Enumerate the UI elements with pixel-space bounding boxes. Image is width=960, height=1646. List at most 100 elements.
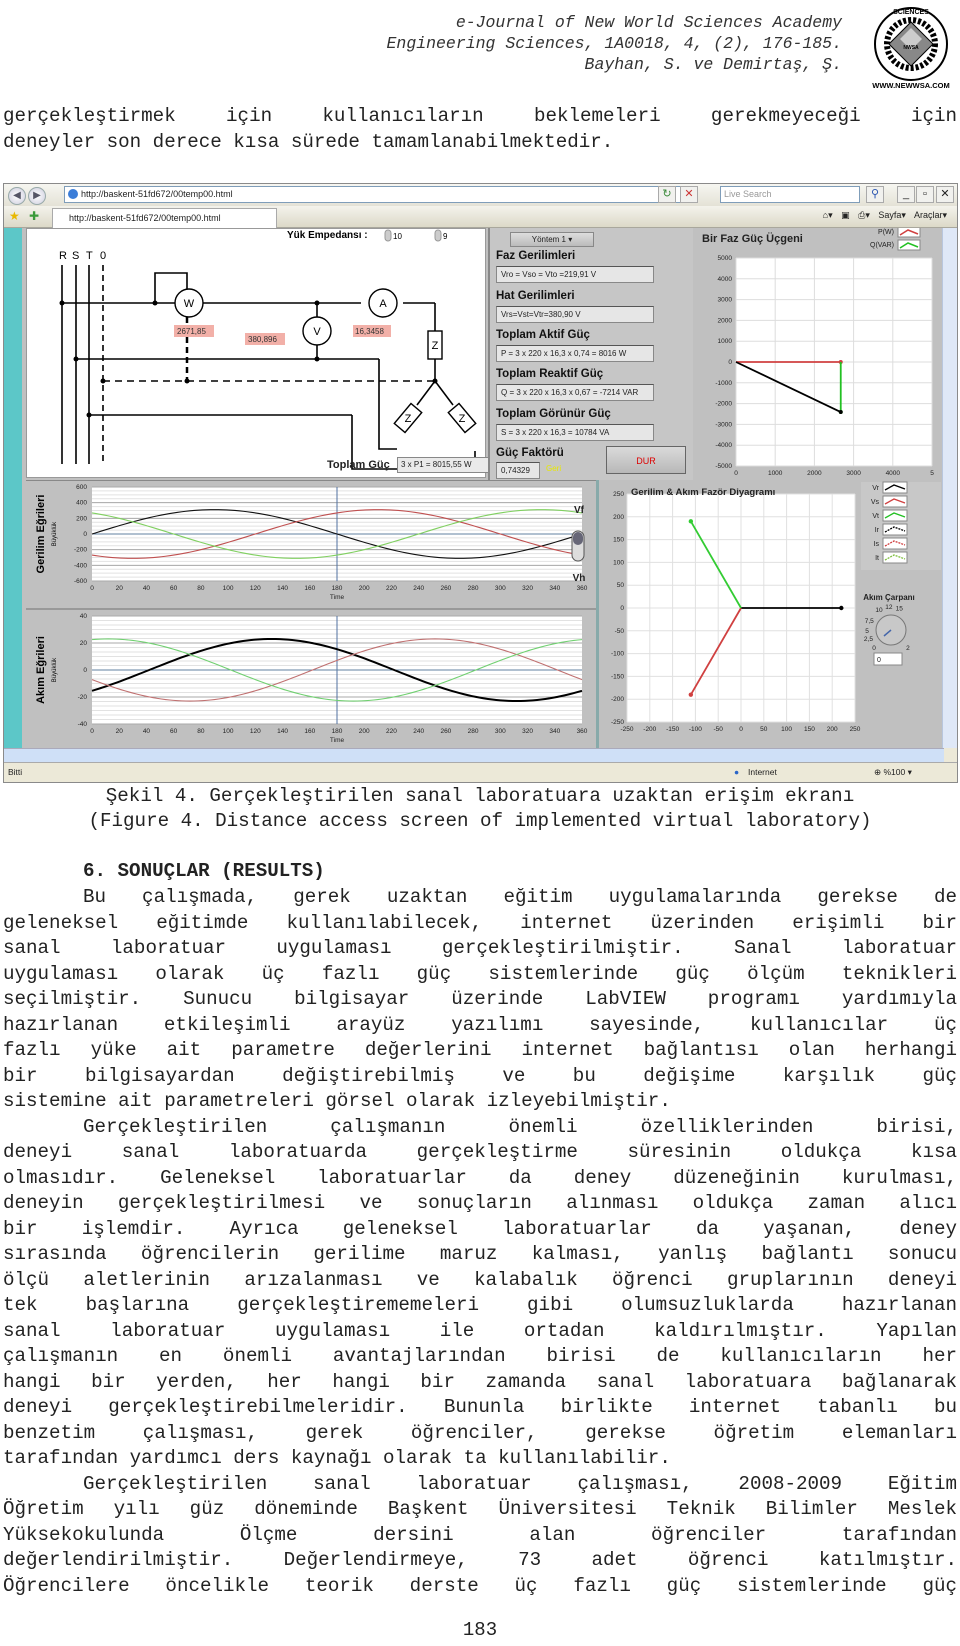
wattmeter-label: W (184, 298, 195, 310)
y-tick-label: 200 (613, 514, 624, 521)
y-tick-label: 200 (76, 515, 87, 522)
legend-swatch (897, 239, 921, 251)
toggle-bottom-label: Vh (573, 573, 586, 584)
status-bar: Bitti ● Internet ⊕ %100 ▾ (4, 762, 957, 782)
impedance-1-value[interactable]: 10 (393, 232, 402, 241)
text-line: Bu çalışmada, gerek uzaktan eğitim uygul… (83, 886, 957, 908)
vertical-scrollbar[interactable] (942, 228, 957, 748)
y-tick-label: 4000 (718, 276, 733, 283)
x-tick-label: 200 (359, 728, 370, 735)
x-tick-label: 180 (332, 728, 343, 735)
x-tick-label: 250 (850, 726, 861, 733)
load-label: Z (405, 413, 412, 425)
y-tick-label: -3000 (715, 421, 732, 428)
x-tick-label: 3000 (846, 470, 861, 477)
text-line: bir işlemdir. Ayrıca geleneksel laboratu… (3, 1217, 957, 1240)
section-body: Bu çalışmada, gerek uzaktan eğitim uygul… (3, 885, 957, 1599)
knob-tick-label: 15 (896, 605, 904, 612)
line-voltages-label: Hat Gerilimleri (496, 290, 575, 302)
text-line: bir bilgisayardan değiştirebilmiş ve bu … (3, 1064, 957, 1087)
address-bar[interactable]: http://baskent-51fd672/00temp00.html (64, 186, 684, 203)
address-toolbar: ◀ ▶ http://baskent-51fd672/00temp00.html… (4, 184, 957, 206)
nwsa-logo: SCIENCES NWSA WWW.NEWWSA.COM (872, 7, 950, 90)
toggle-top-label: Vf (574, 505, 585, 516)
x-tick-label: 320 (522, 585, 533, 592)
text-line: sırasında öğrencilerin gerilime maruz ka… (3, 1243, 957, 1265)
browser-tab[interactable]: http://baskent-51fd672/00temp00.html (52, 208, 277, 228)
volt-reading: 380,896 (248, 335, 277, 344)
y-tick-label: -400 (74, 562, 87, 569)
search-input[interactable]: Live Search (720, 186, 860, 203)
y-axis-label: Büyüklük (52, 657, 58, 682)
tools-menu[interactable]: Araçlar (914, 210, 943, 220)
x-tick-label: 260 (440, 728, 451, 735)
knob-tick-label: 12 (885, 604, 893, 611)
x-tick-label: 200 (359, 585, 370, 592)
forward-button[interactable]: ▶ (28, 187, 46, 205)
arrow-head (839, 605, 844, 611)
x-tick-label: 100 (223, 585, 234, 592)
maximize-button[interactable]: ▫ (916, 186, 934, 203)
refresh-button[interactable]: ↻ (658, 186, 676, 203)
chart-title: Bir Faz Güç Üçgeni (702, 232, 803, 245)
x-tick-label: 4000 (886, 470, 901, 477)
legend-label: Q(VAR) (870, 242, 894, 249)
figure-caption-tr: Şekil 4. Gerçekleştirilen sanal laboratu… (105, 785, 855, 807)
journal-authors: Bayhan, S. ve Demirtaş, Ş. (584, 55, 842, 74)
stop-button[interactable]: ✕ (680, 186, 698, 203)
y-tick-label: -100 (611, 651, 624, 658)
legend-label: Vt (872, 513, 879, 520)
minimize-button[interactable]: _ (897, 186, 915, 203)
line-s-label: S (72, 250, 79, 262)
impedance-2-value[interactable]: 9 (443, 232, 448, 241)
circuit-diagram: R S T 0 W V A Z Z Z 2671,85 380,896 16,3… (26, 228, 497, 478)
chart-title: Gerilim Eğrileri (35, 495, 47, 574)
search-icon[interactable]: ⚲ (866, 186, 884, 203)
active-power-value: P = 3 x 220 x 16,3 x 0,74 = 8016 W (496, 345, 654, 362)
arrow-head (688, 519, 694, 524)
method-dropdown[interactable]: Yöntem 1 ▾ (510, 232, 594, 247)
knob-tick-label: 5 (865, 628, 869, 635)
y-tick-label: -40 (78, 721, 88, 728)
text-line: tek başlarına gerçekleştirememeleri gibi… (3, 1294, 957, 1316)
add-favorite-icon[interactable]: ✚ (29, 209, 39, 223)
line-voltages-value: Vrs=Vst=Vtr=380,90 V (496, 306, 654, 323)
x-tick-label: -50 (713, 726, 723, 733)
x-tick-label: 60 (170, 585, 178, 592)
close-button[interactable]: ✕ (936, 186, 954, 203)
text-line: fazlı yüke ait parametre değerlerini int… (3, 1039, 957, 1061)
horizontal-scrollbar[interactable] (4, 748, 944, 762)
print-icon[interactable]: ⎙▾ (858, 210, 870, 220)
impedance-1-stepper[interactable] (384, 229, 392, 242)
watt-reading: 2671,85 (177, 327, 206, 336)
text-line: Öğretim yılı güz döneminde Başkent Ünive… (3, 1498, 957, 1520)
y-tick-label: 20 (80, 640, 88, 647)
text-line: sistemine ait parametreleri görsel olara… (3, 1090, 671, 1112)
impedance-2-stepper[interactable] (434, 229, 442, 242)
toggle-thumb[interactable] (573, 532, 583, 545)
text-line: Gerçekleştirilen sanal laboratuar çalışm… (83, 1472, 957, 1495)
text-line: çalışmanın en önemli avantajlarından bir… (3, 1345, 957, 1367)
figure-caption-en: (Figure 4. Distance access screen of imp… (88, 810, 872, 832)
feeds-icon[interactable]: ▣ (841, 210, 850, 220)
ammeter-label: A (379, 298, 387, 310)
text-line: hangi bir yerden, her hangi bir zamanda … (3, 1370, 957, 1393)
page-menu[interactable]: Sayfa (878, 210, 901, 220)
home-icon[interactable]: ⌂▾ (823, 210, 833, 220)
power-triangle-chart: Bir Faz Güç Üçgeni 5000 4000 3000 2000 1000 0-… (694, 226, 944, 480)
x-tick-label: -250 (620, 726, 633, 733)
power-factor-label: Güç Faktörü (496, 447, 564, 459)
favorites-star-icon[interactable]: ★ (9, 209, 20, 223)
load-impedance-label: Yük Empedansı : (287, 230, 368, 241)
back-button[interactable]: ◀ (8, 187, 26, 205)
stop-button[interactable]: DUR (606, 446, 686, 474)
current-multiplier-value: 0 (877, 657, 881, 664)
x-tick-label: 100 (223, 728, 234, 735)
phasor-diagram: 250 200 150 100 50 0 -50 -100 -150 -200 -250 -250 -2… (596, 480, 944, 748)
arrow-head (688, 692, 694, 697)
arrow-head (838, 410, 843, 415)
status-text: Bitti (8, 767, 23, 777)
y-tick-label: -5000 (715, 463, 732, 470)
total-power-label: Toplam Güç (327, 459, 390, 471)
zoom-level[interactable]: ⊕ %100 ▾ (874, 763, 912, 781)
